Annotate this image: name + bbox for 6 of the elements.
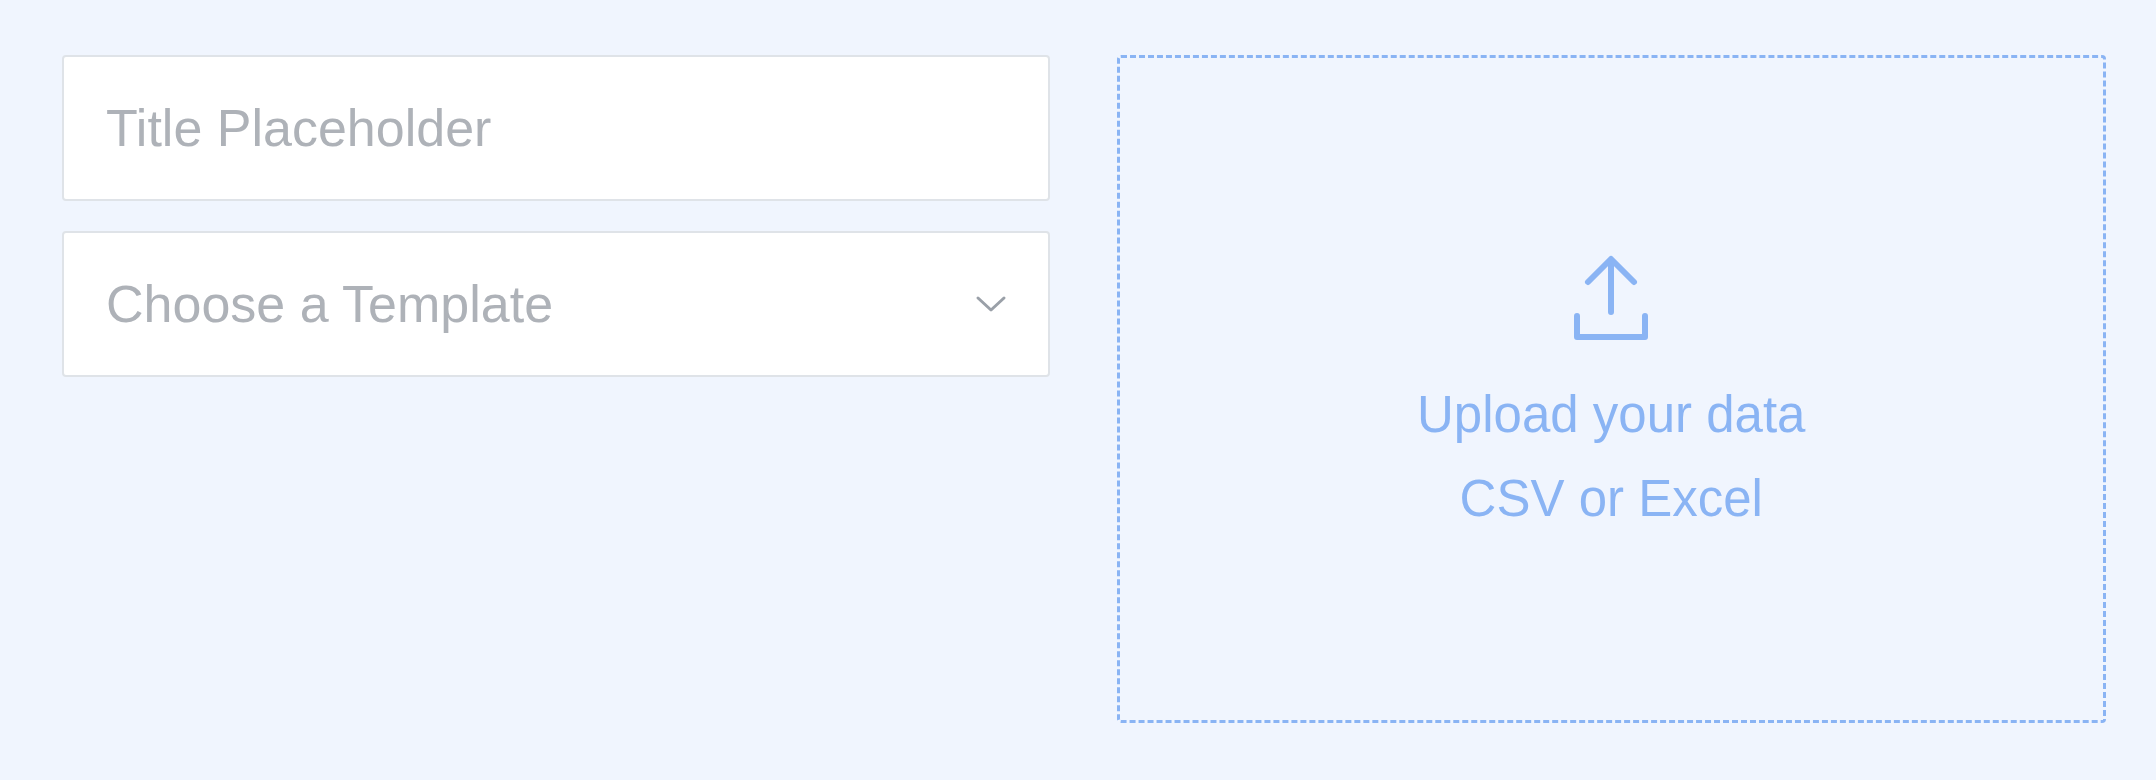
- upload-formats: CSV or Excel: [1459, 469, 1763, 529]
- title-input-field[interactable]: Title Placeholder: [62, 55, 1050, 201]
- upload-icon: [1574, 254, 1649, 340]
- upload-title: Upload your data: [1417, 385, 1806, 445]
- template-select[interactable]: Choose a Template: [62, 231, 1050, 377]
- upload-drop-zone[interactable]: Upload your data CSV or Excel: [1116, 55, 2106, 723]
